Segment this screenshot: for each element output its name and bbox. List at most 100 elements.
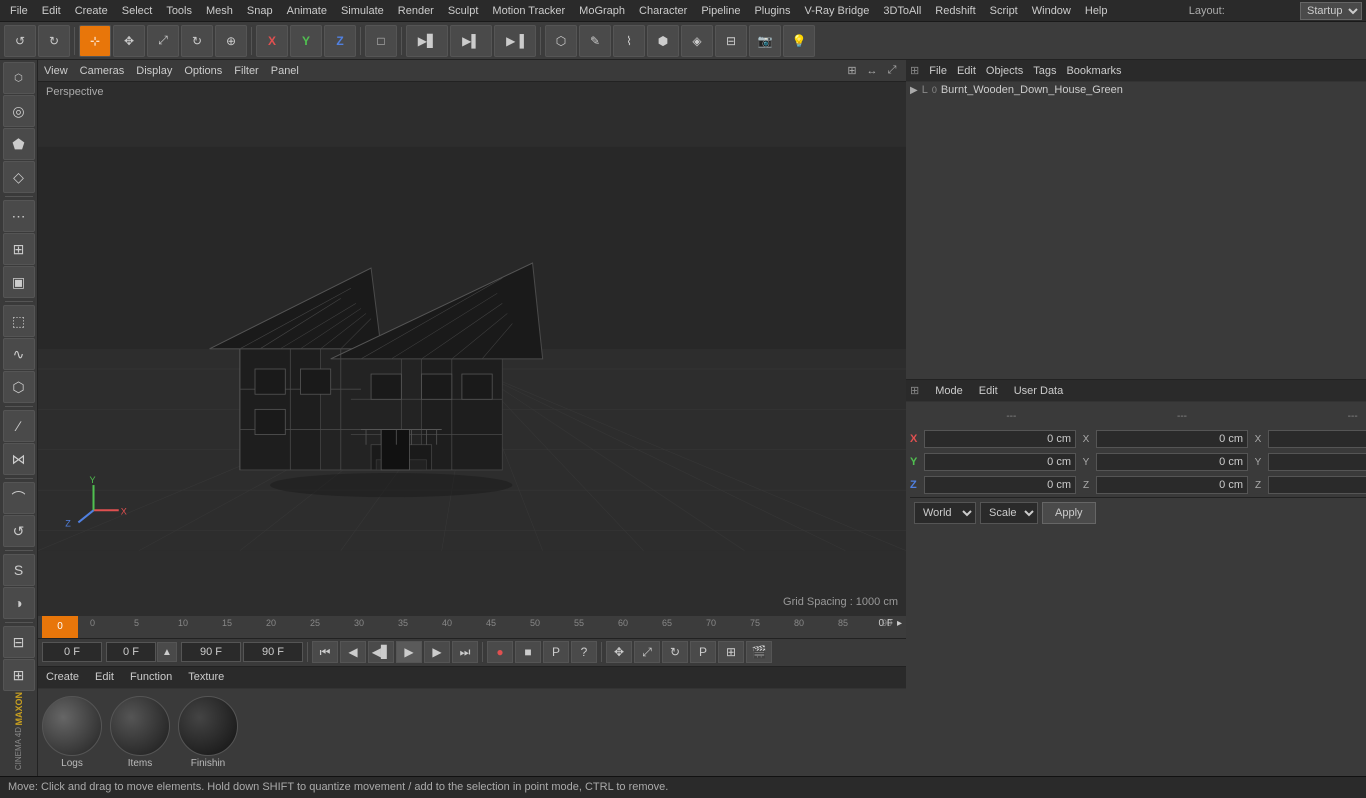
z-rot-input[interactable]	[1268, 476, 1366, 494]
pen-btn[interactable]: ✎	[579, 25, 611, 57]
redo-btn[interactable]: ↻	[38, 25, 70, 57]
menu-animate[interactable]: Animate	[281, 3, 333, 19]
viewport-options-menu[interactable]: Options	[184, 65, 222, 77]
y-pos-input[interactable]	[924, 453, 1076, 471]
material-2[interactable]: Items	[110, 696, 170, 769]
paint-btn[interactable]: ◈	[681, 25, 713, 57]
floor-btn[interactable]: ⊟	[715, 25, 747, 57]
menu-create[interactable]: Create	[69, 3, 114, 19]
time-start-input[interactable]	[42, 642, 102, 662]
attr-mode-menu[interactable]: Mode	[931, 385, 967, 397]
menu-simulate[interactable]: Simulate	[335, 3, 390, 19]
attr-edit-menu[interactable]: Edit	[975, 385, 1002, 397]
render-viewport-btn[interactable]: ▶▌	[450, 25, 492, 57]
object-mode-btn[interactable]: □	[365, 25, 397, 57]
scale-dropdown[interactable]: Scale	[980, 502, 1038, 524]
menu-sculpt[interactable]: Sculpt	[442, 3, 485, 19]
mat-function-menu[interactable]: Function	[126, 671, 176, 683]
track-btn[interactable]: P	[690, 641, 716, 663]
menu-mesh[interactable]: Mesh	[200, 3, 239, 19]
frame-end-arrow[interactable]: ▸	[897, 618, 902, 629]
viewport-view-menu[interactable]: View	[44, 65, 68, 77]
y-rot-input[interactable]	[1268, 453, 1366, 471]
lasso-btn[interactable]: ∿	[3, 338, 35, 370]
menu-motion-tracker[interactable]: Motion Tracker	[486, 3, 571, 19]
edges-btn[interactable]: ⊞	[3, 233, 35, 265]
go-end-btn[interactable]: ⏭	[452, 641, 478, 663]
obj-file-menu[interactable]: File	[925, 65, 951, 77]
menu-vray[interactable]: V-Ray Bridge	[799, 3, 876, 19]
prev-play-btn[interactable]: ◀▋	[368, 641, 394, 663]
extra-btn-1[interactable]: ⊟	[3, 626, 35, 658]
bridge-btn[interactable]: ⋈	[3, 443, 35, 475]
viewport[interactable]: View Cameras Display Options Filter Pane…	[38, 60, 906, 776]
viewport-cameras-menu[interactable]: Cameras	[80, 65, 125, 77]
poly-select-btn[interactable]: ⬡	[3, 371, 35, 403]
light-btn[interactable]: 💡	[783, 25, 815, 57]
help-btn[interactable]: ?	[571, 641, 597, 663]
camera-btn[interactable]: 📷	[749, 25, 781, 57]
material-1[interactable]: Logs	[42, 696, 102, 769]
x-size-input[interactable]	[1096, 430, 1248, 448]
prev-frame-btn[interactable]: ◀	[340, 641, 366, 663]
viewport-panel-menu[interactable]: Panel	[271, 65, 299, 77]
go-start-btn[interactable]: ⏮	[312, 641, 338, 663]
extra-btn-2[interactable]: ⊞	[3, 659, 35, 691]
viewport-icon-1[interactable]: ⊞	[844, 63, 860, 79]
menu-render[interactable]: Render	[392, 3, 440, 19]
bend-btn[interactable]: ⌒	[3, 482, 35, 514]
world-dropdown[interactable]: World Object	[914, 502, 976, 524]
menu-window[interactable]: Window	[1026, 3, 1077, 19]
menu-snap[interactable]: Snap	[241, 3, 279, 19]
viewport-canvas[interactable]: X Y Z Perspective Grid Spacing : 1000 cm	[38, 82, 906, 616]
points-btn[interactable]: ⋯	[3, 200, 35, 232]
obj-bookmarks-menu[interactable]: Bookmarks	[1062, 65, 1125, 77]
grid-anim-btn[interactable]: ⊞	[718, 641, 744, 663]
smooth-btn[interactable]: S	[3, 554, 35, 586]
menu-pipeline[interactable]: Pipeline	[695, 3, 746, 19]
menu-mograph[interactable]: MoGraph	[573, 3, 631, 19]
mode-sculpt-btn[interactable]: ⬟	[3, 128, 35, 160]
cube-btn[interactable]: ⬡	[545, 25, 577, 57]
mat-create-menu[interactable]: Create	[42, 671, 83, 683]
rotate-btn[interactable]: ↻	[181, 25, 213, 57]
stop-btn[interactable]: ■	[515, 641, 541, 663]
viewport-icon-2[interactable]: ↔	[864, 63, 880, 79]
subdiv-btn[interactable]: ⬢	[647, 25, 679, 57]
move-btn[interactable]: ✥	[113, 25, 145, 57]
x-axis-btn[interactable]: X	[256, 25, 288, 57]
apply-button[interactable]: Apply	[1042, 502, 1096, 524]
twist-btn[interactable]: ↺	[3, 515, 35, 547]
scale-anim-btn[interactable]: ⤢	[634, 641, 660, 663]
object-item-house[interactable]: ▶ L 0 Burnt_Wooden_Down_House_Green	[906, 82, 1366, 98]
mode-model-btn[interactable]: ⬡	[3, 62, 35, 94]
obj-edit-menu[interactable]: Edit	[953, 65, 980, 77]
menu-help[interactable]: Help	[1079, 3, 1114, 19]
menu-plugins[interactable]: Plugins	[748, 3, 796, 19]
undo-btn[interactable]: ↺	[4, 25, 36, 57]
obj-objects-menu[interactable]: Objects	[982, 65, 1027, 77]
mode-texture-btn[interactable]: ◎	[3, 95, 35, 127]
menu-3dtoall[interactable]: 3DToAll	[877, 3, 927, 19]
paint-tool-btn[interactable]: ◑	[3, 587, 35, 619]
render-btn[interactable]: ▶▐	[494, 25, 536, 57]
render-region-btn[interactable]: ▶▋	[406, 25, 448, 57]
move-anim-btn[interactable]: ✥	[606, 641, 632, 663]
mat-texture-menu[interactable]: Texture	[184, 671, 228, 683]
mat-edit-menu[interactable]: Edit	[91, 671, 118, 683]
menu-file[interactable]: File	[4, 3, 34, 19]
next-frame-btn[interactable]: ▶	[424, 641, 450, 663]
record-btn[interactable]: ●	[487, 641, 513, 663]
time-end-input[interactable]	[181, 642, 241, 662]
x-rot-input[interactable]	[1268, 430, 1366, 448]
scale-btn[interactable]: ⤢	[147, 25, 179, 57]
poly-btn[interactable]: ▣	[3, 266, 35, 298]
play-btn[interactable]: ▶	[396, 641, 422, 663]
frame-spin-up[interactable]: ▲	[157, 642, 177, 662]
material-3[interactable]: Finishin	[178, 696, 238, 769]
menu-tools[interactable]: Tools	[160, 3, 198, 19]
menu-redshift[interactable]: Redshift	[929, 3, 981, 19]
menu-select[interactable]: Select	[116, 3, 159, 19]
attr-userdata-menu[interactable]: User Data	[1010, 385, 1068, 397]
z-size-input[interactable]	[1096, 476, 1248, 494]
